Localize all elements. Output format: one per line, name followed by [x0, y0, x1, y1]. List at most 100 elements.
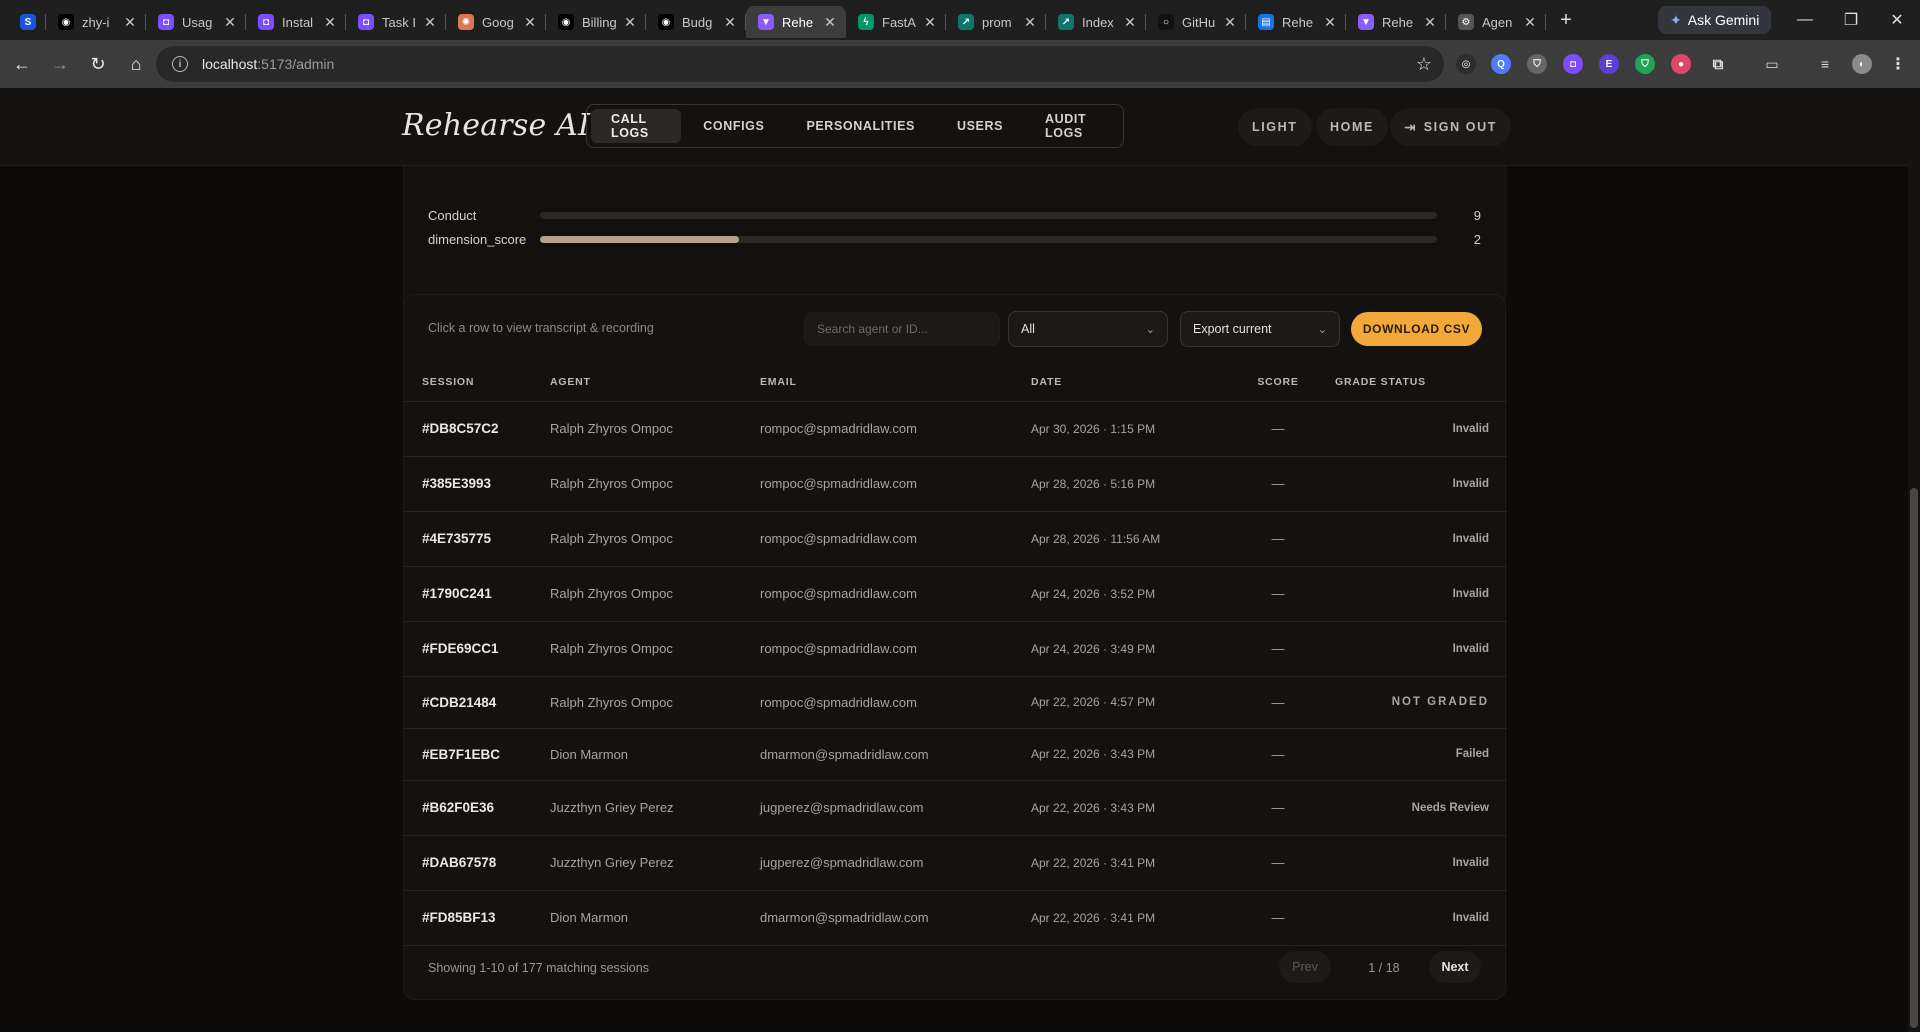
table-row[interactable]: #FD85BF13 Dion Marmon dmarmon@spmadridlaw.…	[404, 890, 1507, 946]
tab-close-icon[interactable]: ✕	[1322, 14, 1338, 31]
table-row[interactable]: #DB8C57C2 Ralph Zhyros Ompoc rompoc@spmadr…	[404, 401, 1507, 457]
browser-tab[interactable]: ◘ Instal ✕	[246, 6, 346, 38]
tab-favicon-icon: ✺	[458, 14, 474, 30]
browser-tab[interactable]: S	[0, 6, 46, 38]
column-header-email[interactable]: EMAIL	[760, 363, 1031, 402]
next-page-button[interactable]: Next	[1429, 951, 1481, 983]
browser-menu-icon[interactable]: ⋮	[1888, 54, 1908, 74]
tab-title: zhy-i	[82, 14, 110, 30]
grade-status-cell: Invalid	[1313, 566, 1507, 622]
nav-call-logs[interactable]: CALL LOGS	[591, 109, 682, 143]
column-header-grade-status[interactable]: GRADE STATUS	[1313, 363, 1507, 402]
browser-tab[interactable]: ↗ Index ✕	[1046, 6, 1146, 38]
browser-tab[interactable]: ◉ Budg ✕	[646, 6, 746, 38]
browser-tab[interactable]: ▤ Rehe ✕	[1246, 6, 1346, 38]
minimize-icon[interactable]: —	[1782, 0, 1828, 40]
profile-avatar[interactable]: ◐	[1852, 54, 1872, 74]
theme-light-button[interactable]: LIGHT	[1238, 108, 1312, 146]
browser-tab[interactable]: ↗ prom ✕	[946, 6, 1046, 38]
close-window-icon[interactable]: ✕	[1874, 0, 1920, 40]
browser-tab[interactable]: ◉ zhy-i ✕	[46, 6, 146, 38]
table-row[interactable]: #4E735775 Ralph Zhyros Ompoc rompoc@spmadr…	[404, 511, 1507, 567]
extensions-puzzle-icon[interactable]: ⧉	[1708, 54, 1728, 74]
extension-guard-icon[interactable]: ⛉	[1635, 54, 1655, 74]
browser-tab[interactable]: ◘ Usag ✕	[146, 6, 246, 38]
restore-icon[interactable]: ❐	[1828, 0, 1874, 40]
browser-tab[interactable]: ▼ Rehe ✕	[746, 6, 846, 38]
table-row[interactable]: #CDB21484 Ralph Zhyros Ompoc rompoc@spmadr…	[404, 676, 1507, 729]
tab-close-icon[interactable]: ✕	[922, 14, 938, 31]
table-row[interactable]: #DAB67578 Juzzthyn Griey Perez jugperez@sp…	[404, 835, 1507, 891]
media-control-icon[interactable]: ≡	[1815, 54, 1835, 74]
tab-close-icon[interactable]: ✕	[322, 14, 338, 31]
browser-tab[interactable]: ○ GitHu ✕	[1146, 6, 1246, 38]
tab-close-icon[interactable]: ✕	[1222, 14, 1238, 31]
search-input[interactable]	[804, 312, 1000, 346]
ask-gemini-button[interactable]: ✦ Ask Gemini	[1658, 6, 1772, 34]
table-row[interactable]: #EB7F1EBC Dion Marmon dmarmon@spmadridlaw.…	[404, 728, 1507, 781]
admin-app: Conduct 9 dimension_score 2 Rehearse AI …	[0, 88, 1920, 1032]
export-scope-select[interactable]: Export current ⌄	[1180, 311, 1340, 347]
tab-close-icon[interactable]: ✕	[522, 14, 538, 31]
column-header-date[interactable]: DATE	[1031, 363, 1243, 402]
table-row[interactable]: #B62F0E36 Juzzthyn Griey Perez jugperez@sp…	[404, 780, 1507, 836]
extension-glasses-icon[interactable]: ◎	[1456, 54, 1476, 74]
reload-icon[interactable]: ↻	[82, 48, 114, 80]
tab-close-icon[interactable]: ✕	[822, 14, 838, 31]
email-cell: rompoc@spmadridlaw.com	[760, 401, 1031, 457]
browser-tab[interactable]: ▼ Rehe ✕	[1346, 6, 1446, 38]
nav-configs[interactable]: CONFIGS	[683, 109, 784, 143]
column-header-score[interactable]: SCORE	[1243, 363, 1313, 402]
tab-close-icon[interactable]: ✕	[1022, 14, 1038, 31]
tab-close-icon[interactable]: ✕	[1422, 14, 1438, 31]
date-cell: Apr 24, 2026 · 3:52 PM	[1031, 566, 1243, 622]
session-id-cell: #EB7F1EBC	[404, 728, 550, 781]
prev-page-button[interactable]: Prev	[1279, 951, 1331, 983]
email-cell: jugperez@spmadridlaw.com	[760, 780, 1031, 836]
table-row[interactable]: #FDE69CC1 Ralph Zhyros Ompoc rompoc@spmadr…	[404, 621, 1507, 677]
tab-close-icon[interactable]: ✕	[422, 14, 438, 31]
table-row[interactable]: #385E3993 Ralph Zhyros Ompoc rompoc@spmadr…	[404, 456, 1507, 512]
browser-tab[interactable]: ◉ Billing ✕	[546, 6, 646, 38]
tab-close-icon[interactable]: ✕	[1522, 14, 1538, 31]
home-button[interactable]: HOME	[1316, 108, 1388, 146]
tab-close-icon[interactable]: ✕	[1122, 14, 1138, 31]
column-header-agent[interactable]: AGENT	[550, 363, 760, 402]
browser-tab[interactable]: ϟ FastA ✕	[846, 6, 946, 38]
browser-tab[interactable]: ✺ Goog ✕	[446, 6, 546, 38]
table-header-row: SESSION AGENT EMAIL DATE SCORE GRADE STA…	[404, 363, 1507, 402]
home-icon[interactable]: ⌂	[120, 48, 152, 80]
tab-close-icon[interactable]: ✕	[222, 14, 238, 31]
bookmark-star-icon[interactable]: ☆	[1416, 54, 1432, 75]
brand-logo[interactable]: Rehearse AI	[402, 108, 590, 143]
extension-shield-icon[interactable]: ⛉	[1527, 54, 1547, 74]
download-csv-button[interactable]: DOWNLOAD CSV	[1351, 312, 1482, 346]
forward-icon[interactable]: →	[44, 48, 76, 80]
dimension-bar-fill	[540, 235, 740, 243]
tab-close-icon[interactable]: ✕	[622, 14, 638, 31]
column-header-session[interactable]: SESSION	[404, 363, 550, 402]
site-info-icon[interactable]: i	[172, 56, 188, 72]
sign-out-button[interactable]: ⇥ SIGN OUT	[1390, 108, 1511, 146]
extension-grammar-icon[interactable]: ◘	[1563, 54, 1583, 74]
browser-tab[interactable]: ◘ Task I ✕	[346, 6, 446, 38]
browser-tab[interactable]: ⚙ Agen ✕	[1446, 6, 1546, 38]
extension-search-icon[interactable]: Q	[1491, 54, 1511, 74]
tab-close-icon[interactable]: ✕	[122, 14, 138, 31]
extension-pink-icon[interactable]: ●	[1671, 54, 1691, 74]
extension-e-icon[interactable]: E	[1599, 54, 1619, 74]
back-icon[interactable]: ←	[6, 48, 38, 80]
status-filter-select[interactable]: All ⌄	[1008, 311, 1168, 347]
new-tab-icon[interactable]: +	[1552, 6, 1580, 34]
page-scrollbar[interactable]	[1908, 88, 1920, 1032]
scrollbar-thumb[interactable]	[1910, 488, 1918, 1028]
table-row[interactable]: #1790C241 Ralph Zhyros Ompoc rompoc@spmadr…	[404, 566, 1507, 622]
tab-close-icon[interactable]: ✕	[722, 14, 738, 31]
address-bar[interactable]: i localhost:5173/admin ☆	[156, 46, 1444, 82]
nav-personalities[interactable]: PERSONALITIES	[786, 109, 935, 143]
nav-users[interactable]: USERS	[937, 109, 1023, 143]
nav-audit-logs[interactable]: AUDIT LOGS	[1025, 109, 1119, 143]
call-logs-filter-bar: Click a row to view transcript & recordi…	[404, 295, 1505, 363]
session-id-cell: #DAB67578	[404, 835, 550, 891]
tab-search-icon[interactable]: ▭	[1762, 54, 1782, 74]
